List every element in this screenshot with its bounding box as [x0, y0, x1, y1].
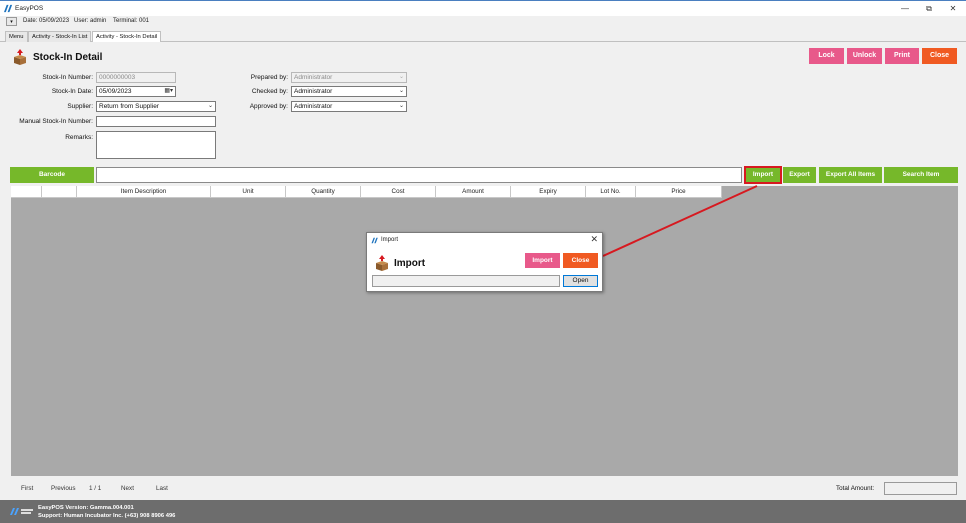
file-path-field[interactable] — [372, 275, 560, 287]
support-text: Support: Human Incubator Inc. (+63) 908 … — [38, 513, 176, 519]
pager-page-indicator: 1 / 1 — [89, 485, 102, 492]
box-icon — [376, 255, 388, 271]
pager-last[interactable]: Last — [156, 485, 168, 492]
status-bar: EasyPOS Version: Gamma.004.001 Support: … — [0, 500, 966, 523]
dialog-close-icon[interactable]: ✕ — [590, 234, 598, 245]
pager-next[interactable]: Next — [121, 485, 134, 492]
import-dialog: Import ✕ Import Import Close Open — [366, 232, 603, 292]
easypos-logo-icon — [371, 237, 378, 244]
human-incubator-logo-icon — [10, 508, 33, 515]
pager: First Previous 1 / 1 Next Last Total Amo… — [0, 482, 966, 496]
dialog-heading: Import — [394, 258, 426, 269]
total-amount-field — [884, 482, 957, 495]
pager-previous[interactable]: Previous — [51, 485, 76, 492]
dialog-title: Import — [381, 237, 399, 243]
dialog-close-button[interactable]: Close — [563, 253, 598, 268]
open-file-button[interactable]: Open — [563, 275, 598, 287]
pager-first[interactable]: First — [21, 485, 33, 492]
total-amount-label: Total Amount: — [836, 485, 875, 492]
dialog-import-button[interactable]: Import — [525, 253, 560, 268]
version-text: EasyPOS Version: Gamma.004.001 — [38, 505, 134, 511]
